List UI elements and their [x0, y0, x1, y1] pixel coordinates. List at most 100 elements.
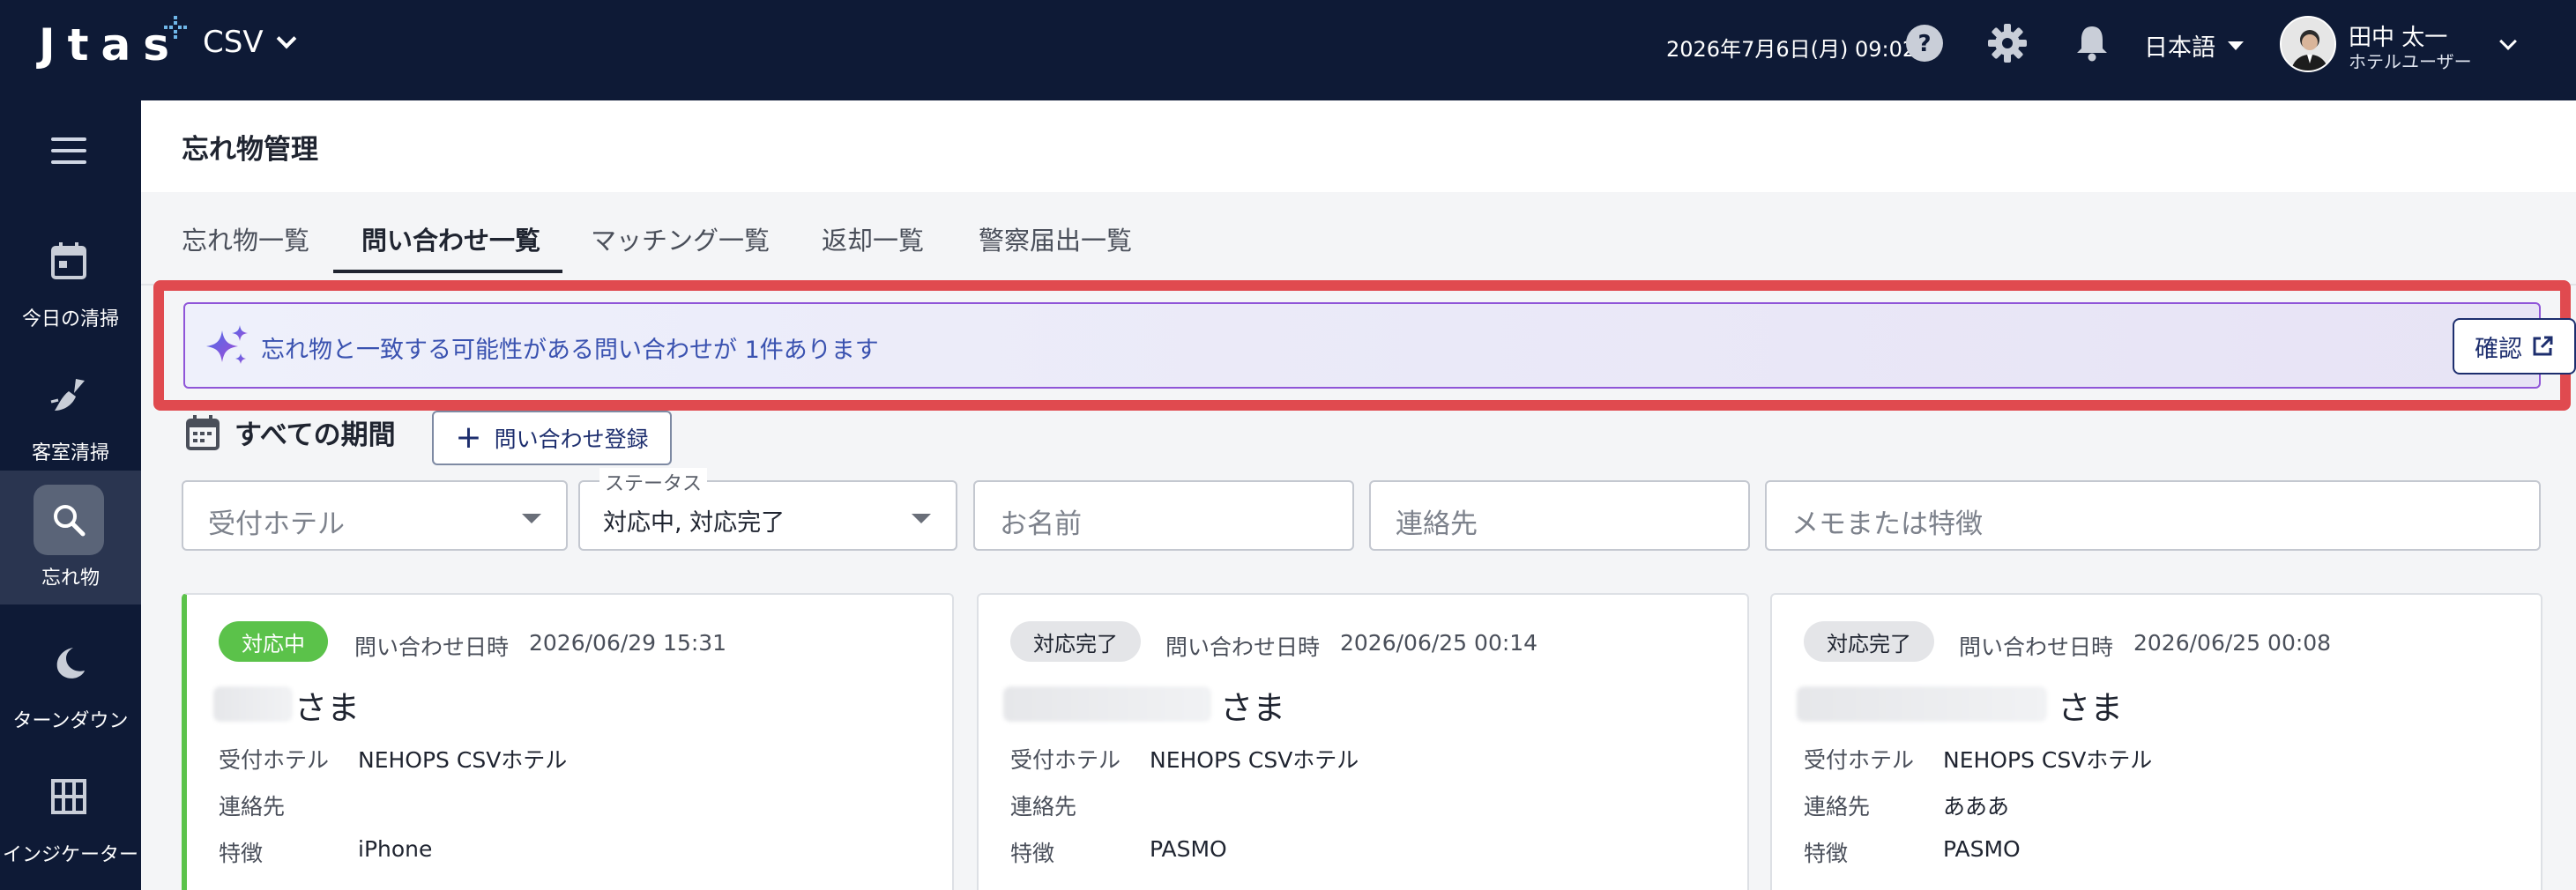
guest-name-redacted [1003, 686, 1211, 722]
guest-name-redacted [213, 686, 293, 722]
sidebar-item-lost-items[interactable]: 忘れ物 [0, 471, 141, 604]
feature-label: 特徴 [1804, 841, 1849, 866]
broom-icon [50, 379, 85, 411]
sidebar-icon-wrap [34, 360, 104, 430]
status-filter-select[interactable]: ステータス 対応中, 対応完了 [578, 468, 957, 551]
guest-honorific: さま [1220, 689, 1285, 727]
sidebar-item-indicator[interactable]: インジケーター [0, 747, 141, 881]
sidebar-item-label: インジケーター [2, 844, 138, 866]
name-filter-input[interactable]: お名前 [973, 480, 1354, 551]
sidebar-item-today-cleaning[interactable]: 今日の清掃 [0, 211, 141, 345]
tab-matching-list[interactable]: マッチング一覧 [591, 220, 770, 257]
page-header: 忘れ物管理 [141, 100, 2576, 192]
calendar-icon [51, 242, 86, 279]
feature-label: 特徴 [219, 841, 264, 866]
sidebar-icon-wrap [34, 226, 104, 296]
hotel-label: 受付ホテル [219, 747, 330, 773]
tab-inquiry-list[interactable]: 問い合わせ一覧 [361, 220, 540, 257]
status-badge: 対応完了 [1010, 621, 1141, 662]
guest-name-redacted [1797, 686, 2047, 722]
tab-police-report-list[interactable]: 警察届出一覧 [979, 220, 1132, 257]
sidebar-item-label: ターンダウン [12, 710, 129, 732]
contact-filter-input[interactable]: 連絡先 [1369, 480, 1750, 551]
contact-label: 連絡先 [1804, 794, 1871, 820]
period-selector[interactable]: すべての期間 [185, 412, 396, 452]
inquiry-datetime-label: 問い合わせ日時 [1959, 634, 2114, 660]
name-filter-placeholder: お名前 [1000, 508, 1082, 540]
main-content: 忘れ物管理 忘れ物一覧 問い合わせ一覧 マッチング一覧 返却一覧 警察届出一覧 … [141, 100, 2576, 890]
feature-value: PASMO [1150, 836, 1227, 862]
logo-sparkle-icon [164, 16, 187, 39]
page-title: 忘れ物管理 [182, 134, 318, 166]
guest-honorific: さま [294, 689, 360, 727]
feature-value: iPhone [358, 836, 433, 862]
add-inquiry-label: 問い合わせ登録 [494, 426, 649, 452]
period-title: すべての期間 [235, 419, 396, 451]
sidebar: 今日の清掃 客室清掃 忘れ物 ターンダウン インジケーター [0, 100, 141, 890]
svg-text:?: ? [1917, 31, 1931, 57]
inquiry-datetime: 2026/06/29 15:31 [529, 630, 727, 656]
add-inquiry-button[interactable]: + 問い合わせ登録 [432, 411, 672, 465]
notification-message: 忘れ物と一致する可能性がある問い合わせが 1件あります [261, 337, 879, 364]
tab-lost-item-list[interactable]: 忘れ物一覧 [182, 220, 309, 257]
caret-down-icon [912, 514, 931, 523]
bell-icon[interactable] [2070, 21, 2114, 65]
sidebar-icon-wrap [34, 627, 104, 698]
chevron-down-icon [276, 28, 296, 49]
inquiry-card[interactable]: 対応完了 問い合わせ日時 2026/06/25 00:08 さま 受付ホテル N… [1770, 593, 2542, 890]
plus-icon: + [455, 419, 482, 456]
calendar-icon [186, 414, 220, 450]
avatar[interactable] [2280, 16, 2336, 72]
hotel-value: NEHOPS CSVホテル [1150, 747, 1359, 773]
inquiry-datetime-label: 問い合わせ日時 [354, 634, 510, 660]
guest-honorific: さま [2058, 689, 2123, 727]
confirm-button-label: 確認 [2475, 335, 2522, 363]
memo-filter-placeholder: メモまたは特徴 [1791, 508, 1983, 540]
app-name: CSV [203, 25, 264, 60]
hotel-filter-select[interactable]: 受付ホテル [182, 480, 568, 551]
top-bar: Jtas CSV 2026年7月6日(月) 09:02 ? 日本語 田中 太一 … [0, 0, 2576, 100]
active-tab-indicator [333, 270, 562, 273]
gear-icon[interactable] [1985, 21, 2029, 65]
hotel-filter-placeholder: 受付ホテル [208, 508, 345, 540]
sidebar-item-label: 客室清掃 [31, 442, 109, 464]
feature-value: PASMO [1943, 836, 2021, 862]
search-icon [54, 505, 86, 537]
app-logo[interactable]: Jtas [39, 19, 182, 70]
feature-label: 特徴 [1010, 841, 1055, 866]
sidebar-icon-wrap [34, 761, 104, 832]
tab-return-list[interactable]: 返却一覧 [822, 220, 924, 257]
caret-down-icon [2228, 41, 2244, 50]
inquiry-datetime: 2026/06/25 00:14 [1340, 630, 1538, 656]
contact-label: 連絡先 [1010, 794, 1077, 820]
hotel-label: 受付ホテル [1010, 747, 1121, 773]
sidebar-item-label: 忘れ物 [41, 567, 100, 590]
hamburger-menu-icon[interactable] [51, 137, 86, 167]
contact-filter-placeholder: 連絡先 [1396, 508, 1478, 540]
inquiry-datetime: 2026/06/25 00:08 [2133, 630, 2332, 656]
hotel-value: NEHOPS CSVホテル [358, 747, 568, 773]
help-icon[interactable]: ? [1902, 21, 1947, 65]
moon-icon [56, 648, 85, 679]
app-switcher[interactable]: CSV [203, 25, 296, 60]
language-selector[interactable]: 日本語 [2144, 28, 2244, 63]
hotel-label: 受付ホテル [1804, 747, 1915, 773]
sidebar-item-room-cleaning[interactable]: 客室清掃 [0, 345, 141, 479]
sidebar-icon-wrap [34, 485, 104, 555]
user-photo-icon [2282, 18, 2334, 70]
user-menu-chevron-icon[interactable] [2499, 33, 2517, 50]
status-badge: 対応中 [219, 621, 328, 662]
contact-label: 連絡先 [219, 794, 286, 820]
confirm-button[interactable]: 確認 [2453, 318, 2576, 375]
inquiry-card[interactable]: 対応完了 問い合わせ日時 2026/06/25 00:14 さま 受付ホテル N… [977, 593, 1749, 890]
open-external-icon [2533, 336, 2553, 356]
current-datetime: 2026年7月6日(月) 09:02 [1666, 37, 1917, 62]
grid-icon [51, 779, 86, 814]
memo-filter-input[interactable]: メモまたは特徴 [1765, 480, 2541, 551]
user-role: ホテルユーザー [2349, 51, 2472, 72]
inquiry-card[interactable]: 対応中 問い合わせ日時 2026/06/29 15:31 さま 受付ホテル NE… [182, 593, 954, 890]
sidebar-item-turndown[interactable]: ターンダウン [0, 613, 141, 747]
contact-value: あああ [1943, 794, 2010, 820]
caret-down-icon [522, 514, 541, 523]
hotel-value: NEHOPS CSVホテル [1943, 747, 2153, 773]
